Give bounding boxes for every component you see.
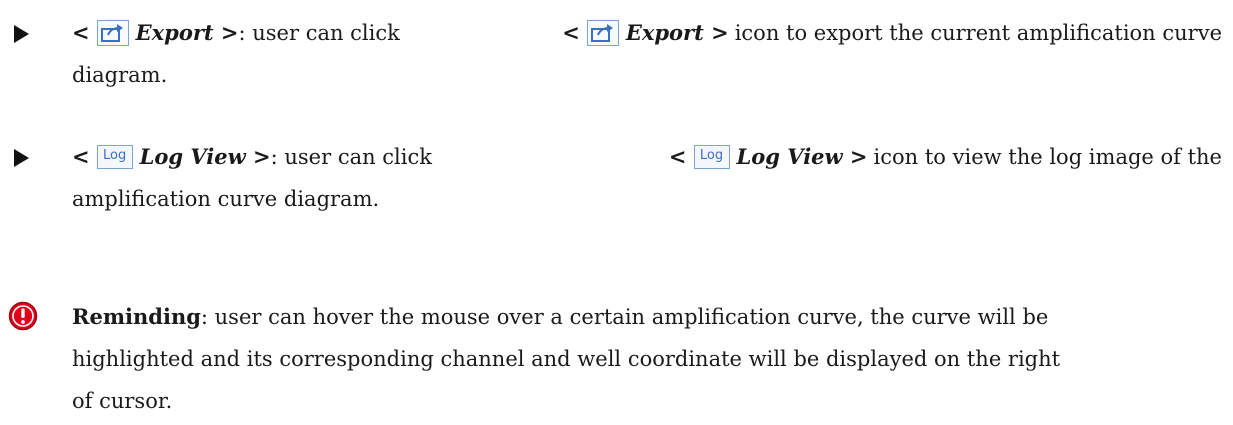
log-icon[interactable]: Log bbox=[693, 145, 730, 169]
export-title-inline: Export > bbox=[625, 20, 729, 45]
document-page: < Export > : user can click < Export > i… bbox=[0, 0, 1233, 425]
log-rest-text: icon to view the log image of the bbox=[873, 145, 1222, 169]
reminder-line2: highlighted and its corresponding channe… bbox=[72, 347, 1061, 371]
export-rest-text: icon to export the current amplification… bbox=[734, 21, 1222, 45]
log-view-title: Log View > bbox=[139, 144, 271, 169]
bullet-arrow-icon bbox=[14, 25, 29, 43]
log-lead-text: : user can click bbox=[270, 145, 432, 169]
log-view-title-inline: Log View > bbox=[736, 144, 868, 169]
bullet-log-line1: < Log Log View > : user can click < Log … bbox=[72, 143, 1222, 171]
export-lead-text: : user can click bbox=[238, 21, 400, 45]
open-bracket: < bbox=[562, 20, 580, 45]
open-bracket: < bbox=[72, 20, 90, 45]
exclamation-circle-icon bbox=[8, 301, 38, 331]
reminder-line1-text: : user can hover the mouse over a certai… bbox=[200, 305, 1049, 329]
export-icon[interactable] bbox=[586, 20, 619, 46]
export-icon[interactable] bbox=[96, 20, 129, 46]
reminder-line3: of cursor. bbox=[72, 389, 173, 413]
bullet-arrow-icon bbox=[14, 149, 29, 167]
bullet-export-line1: < Export > : user can click < Export > i… bbox=[72, 19, 1222, 47]
bullet-log-line2: amplification curve diagram. bbox=[72, 187, 380, 211]
reminder-label: Reminding bbox=[72, 304, 201, 329]
reminder-line1: Reminding: user can hover the mouse over… bbox=[72, 303, 1048, 331]
export-title: Export > bbox=[135, 20, 239, 45]
log-icon[interactable]: Log bbox=[96, 145, 133, 169]
bullet-export-line2: diagram. bbox=[72, 63, 168, 87]
open-bracket: < bbox=[668, 144, 687, 169]
open-bracket: < bbox=[72, 144, 90, 169]
